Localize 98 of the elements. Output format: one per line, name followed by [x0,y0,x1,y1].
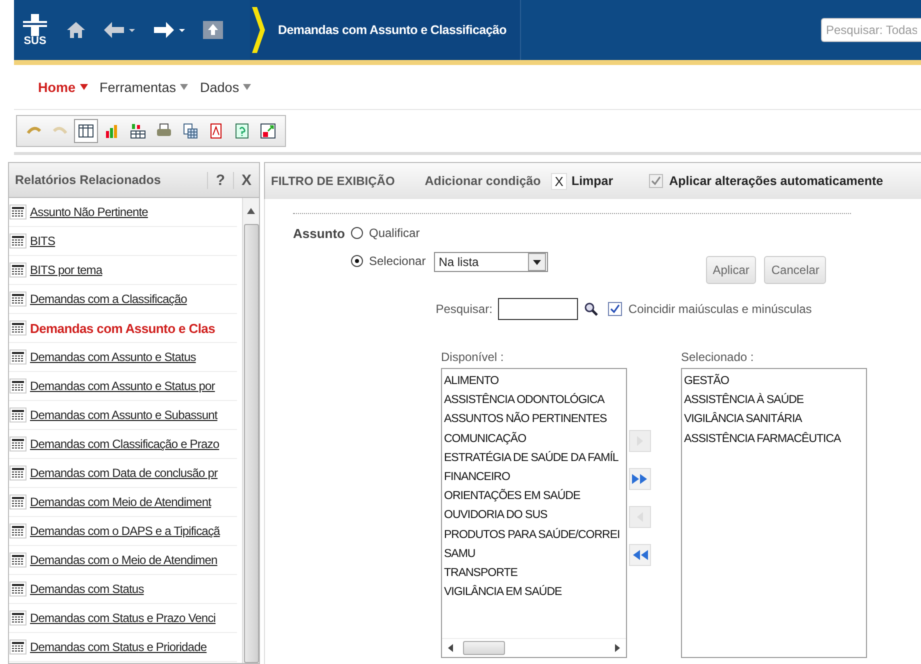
caret-icon [80,84,88,90]
scroll-right-icon[interactable] [615,644,620,652]
radio-label: Selecionar [369,254,426,268]
report-link[interactable]: Demandas com Meio de Atendiment [30,495,212,509]
report-link[interactable]: Demandas com Assunto e Status por [30,379,215,393]
home-icon[interactable] [66,21,86,39]
radio-button[interactable] [351,227,363,239]
table-icon [9,204,27,220]
scrollbar[interactable] [242,198,259,663]
scrollbar[interactable] [442,638,626,657]
table-icon [9,378,27,394]
caret-icon [243,84,252,90]
table-icon[interactable] [74,119,98,143]
report-link[interactable]: Demandas com o Meio de Atendimen [30,553,218,567]
report-link[interactable]: Demandas com Classificação e Prazo [30,437,220,451]
report-link[interactable]: BITS por tema [30,263,102,277]
clear-link[interactable]: Limpar [571,174,614,188]
table-icon [9,407,27,423]
table-icon [9,465,27,481]
list-item[interactable]: ALIMENTO [444,372,624,392]
list-item[interactable]: FINANCEIRO [444,468,624,488]
report-link[interactable]: Demandas com a Classificação [30,292,187,306]
list-item[interactable]: ASSISTÊNCIA ODONTOLÓGICA [444,391,624,410]
caret-icon [180,84,188,90]
filter-title: FILTRO DE EXIBIÇÃO [271,174,395,188]
report-link[interactable]: Demandas com Data de conclusão pr [30,466,218,480]
table-icon [9,639,27,655]
list-label: Disponível : [441,350,505,364]
list-item[interactable]: GESTÃO [684,372,864,392]
apply-button[interactable]: Aplicar [706,256,756,284]
list-item[interactable]: VIGILÂNCIA EM SAÚDE [444,583,624,602]
table-icon [9,291,27,307]
menu-item[interactable]: Ferramentas [100,80,188,94]
forward-arrow-icon[interactable] [152,21,186,39]
cross-logo-icon [23,14,47,36]
operator-dropdown[interactable]: Na lista [434,252,548,272]
list-item[interactable]: VIGILÂNCIA SANITÁRIA [684,410,864,430]
list-item[interactable]: ASSISTÊNCIA FARMACÊUTICA [684,430,864,449]
table-icon [9,581,27,597]
checkbox[interactable] [608,302,622,316]
clear-icon[interactable]: X [550,172,568,190]
scroll-thumb[interactable] [244,224,258,663]
list-label: Selecionado : [681,350,755,364]
list-item[interactable]: PRODUTOS PARA SAÚDE/CORREI [444,526,624,545]
table-icon [9,523,27,539]
report-link[interactable]: Demandas com Status e Prazo Venci [30,611,216,625]
logo-text: SUS [24,36,46,46]
report-link[interactable]: Assunto Não Pertinente [30,205,148,219]
table-icon [9,262,27,278]
list-item[interactable]: ASSISTÊNCIA À SAÚDE [684,391,864,410]
list-item[interactable]: COMUNICAÇÃO [444,430,624,449]
table-icon [9,320,27,336]
list-item[interactable]: ORIENTAÇÕES EM SAÚDE [444,487,624,506]
scroll-left-icon[interactable] [448,644,453,652]
close-button[interactable]: X [233,172,259,188]
search-label: Pesquisar: [436,302,492,316]
menu-item[interactable]: Home [38,80,88,94]
table-icon [9,494,27,510]
cancel-button[interactable]: Cancelar [764,256,826,284]
report-link[interactable]: Demandas com Assunto e Clas [30,320,216,336]
search-icon[interactable] [584,302,598,316]
double-arrow-right-button[interactable] [629,468,651,490]
report-link[interactable]: Demandas com Status e Prioridade [30,640,207,654]
report-title: Demandas com Assunto e Classificação [278,23,506,37]
table-icon [9,552,27,568]
list-item[interactable]: TRANSPORTE [444,564,624,584]
panel-title: Relatórios Relacionados [15,173,162,187]
add-condition-link[interactable]: Adicionar condição [424,174,541,188]
chevron-icon [250,7,266,53]
list-item[interactable]: ESTRATÉGIA DE SAÚDE DA FAMÍL [444,448,624,468]
search-field[interactable] [498,298,578,320]
help-button[interactable]: ? [207,172,233,188]
table-icon [9,233,27,249]
report-link[interactable]: Demandas com Status [30,582,144,596]
double-arrow-left-button[interactable] [629,544,651,566]
table-icon [9,610,27,626]
radio-label: Qualificar [369,226,420,240]
radio-button[interactable] [351,255,363,267]
checkbox-label: Coincidir maiúsculas e minúsculas [628,302,812,316]
list-item[interactable]: SAMU [444,544,624,564]
report-link[interactable]: BITS [30,234,56,248]
table-icon [9,349,27,365]
scroll-up-icon[interactable] [247,208,255,214]
double-triangle-icon [631,472,649,486]
field-label: Assunto [293,226,345,243]
menu-item[interactable]: Dados [200,80,252,94]
back-arrow-icon[interactable] [102,21,136,39]
double-triangle-icon [631,548,649,562]
table-icon [9,436,27,452]
dropdown-arrow-icon [532,260,541,264]
up-folder-icon[interactable] [202,20,224,40]
list-item[interactable]: OUVIDORIA DO SUS [444,506,624,526]
checkbox-label: Aplicar alterações automaticamente [669,174,884,188]
report-link[interactable]: Demandas com Assunto e Status [30,350,196,364]
list-item[interactable]: ASSUNTOS NÃO PERTINENTES [444,410,624,430]
report-link[interactable]: Demandas com Assunto e Subassunt [30,408,218,422]
scroll-thumb[interactable] [463,641,505,655]
report-link[interactable]: Demandas com o DAPS e a Tipificaçã [30,524,220,538]
